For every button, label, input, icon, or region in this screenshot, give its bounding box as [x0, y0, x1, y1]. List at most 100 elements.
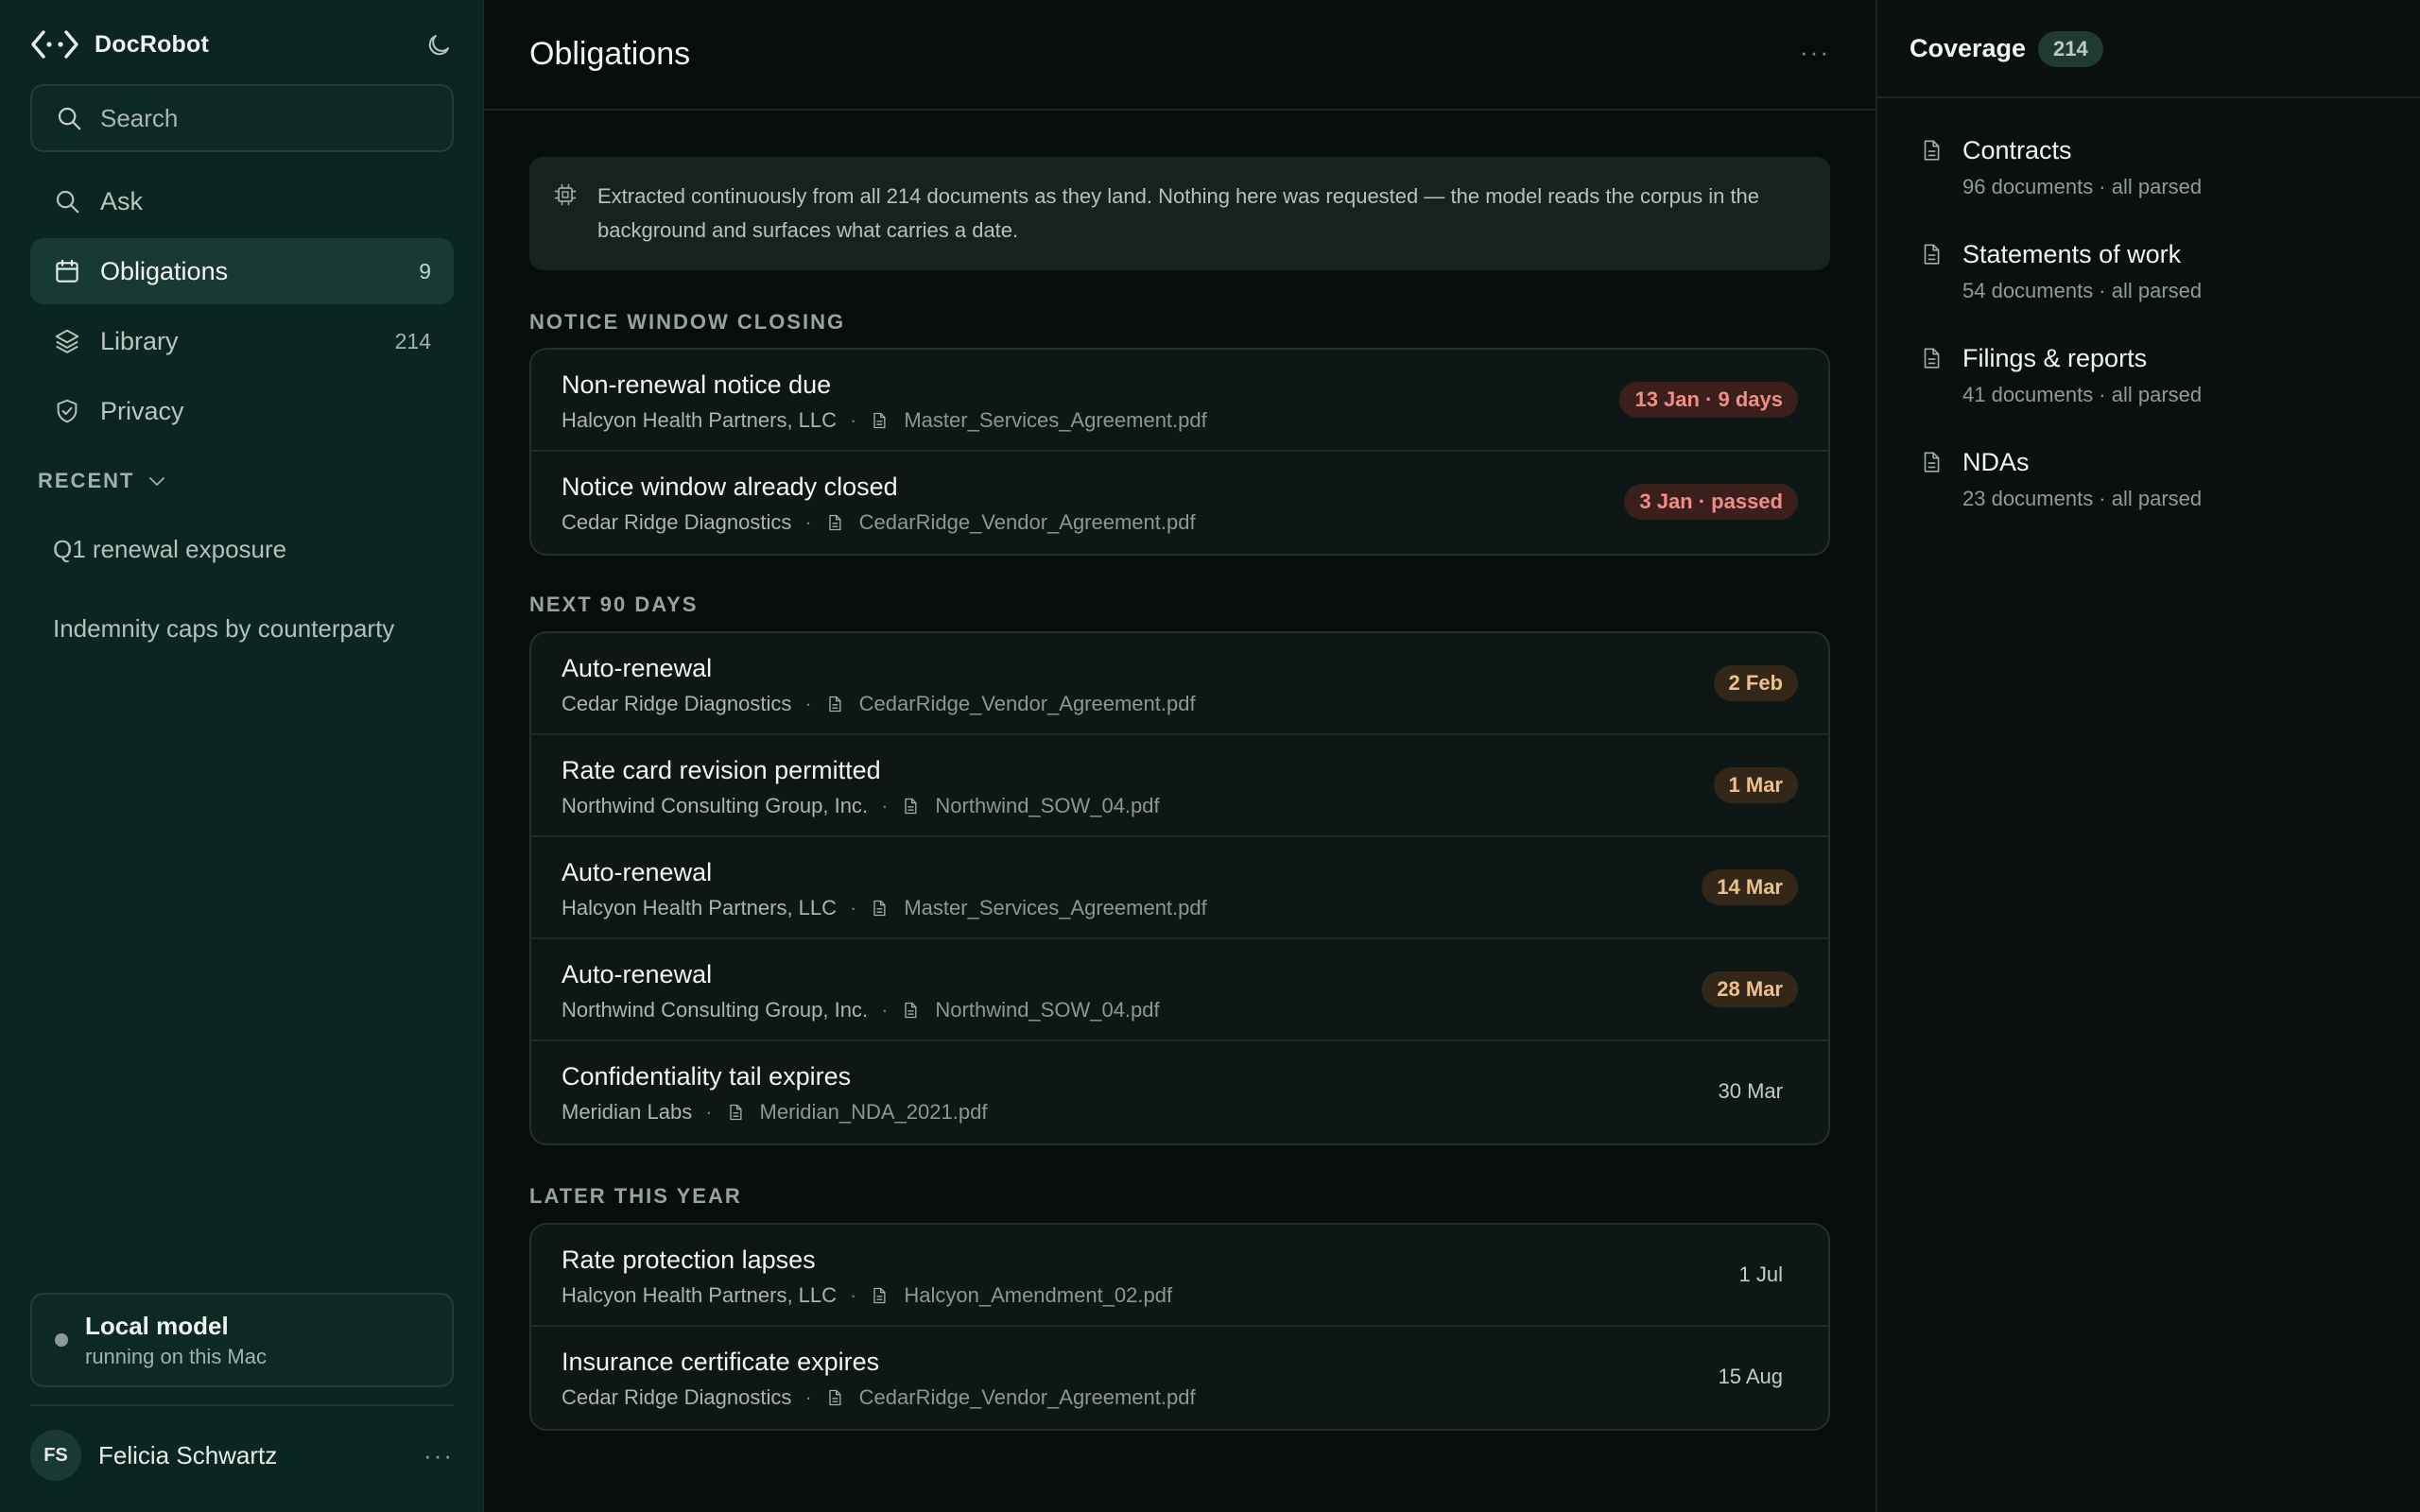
coverage-item-contracts[interactable]: Contracts 96 documents · all parsed [1919, 136, 2202, 240]
file-icon [873, 412, 886, 429]
sidebar-item-label: Ask [100, 186, 144, 215]
obligation-row[interactable]: Notice window already closed Cedar Ridge… [531, 452, 1828, 554]
main-content: Obligations ··· Extracted continuously f… [484, 0, 1876, 1512]
due-badge: 15 Aug [1718, 1365, 1783, 1388]
obligation-row[interactable]: Rate card revision permitted Northwind C… [531, 735, 1828, 837]
more-options-icon[interactable]: ··· [1800, 38, 1830, 67]
recent-toggle[interactable]: RECENT [38, 469, 168, 493]
counterparty: Halcyon Health Partners, LLC [562, 896, 838, 919]
local-model-status[interactable]: Local model running on this Mac [30, 1293, 454, 1387]
section-title: NOTICE WINDOW CLOSING [529, 310, 846, 334]
obligation-title: Auto-renewal [562, 960, 713, 988]
app-name: DocRobot [95, 30, 210, 58]
obligation-meta: Northwind Consulting Group, Inc. · Northw… [562, 998, 1160, 1022]
obligation-title: Insurance certificate expires [562, 1348, 880, 1376]
coverage-list: Contracts 96 documents · all parsed Stat… [1919, 136, 2202, 552]
coverage-item-ndas[interactable]: NDAs 23 documents · all parsed [1919, 448, 2202, 552]
file-icon [873, 1287, 886, 1304]
coverage-item-statements-of-work[interactable]: Statements of work 54 documents · all pa… [1919, 240, 2202, 344]
counterparty: Cedar Ridge Diagnostics [562, 692, 792, 715]
due-badge: 2 Feb [1713, 665, 1798, 701]
coverage-panel: Coverage 214 Contracts 96 documents · al… [1876, 0, 2420, 1512]
coverage-sub: 54 documents · all parsed [1962, 279, 2203, 302]
counterparty: Northwind Consulting Group, Inc. [562, 794, 869, 817]
source-file[interactable]: CedarRidge_Vendor_Agreement.pdf [859, 1385, 1196, 1410]
search-box[interactable] [30, 84, 454, 152]
obligation-row[interactable]: Auto-renewal Northwind Consulting Group,… [531, 939, 1828, 1041]
obligation-row[interactable]: Auto-renewal Cedar Ridge Diagnostics · Ce… [531, 633, 1828, 735]
obligation-title: Confidentiality tail expires [562, 1062, 852, 1091]
sidebar-item-obligations[interactable]: Obligations 9 [30, 238, 454, 304]
counterparty: Northwind Consulting Group, Inc. [562, 998, 869, 1022]
source-file[interactable]: Meridian_NDA_2021.pdf [760, 1100, 988, 1125]
due-badge: 28 Mar [1702, 971, 1798, 1007]
source-file[interactable]: Northwind_SOW_04.pdf [935, 794, 1159, 818]
sidebar-item-ask[interactable]: Ask [30, 168, 454, 234]
document-icon [1924, 452, 1940, 472]
coverage-header: Coverage 214 [1877, 0, 2420, 98]
obligation-title: Notice window already closed [562, 472, 898, 501]
theme-toggle-button[interactable] [422, 28, 456, 62]
obligation-meta: Northwind Consulting Group, Inc. · Northw… [562, 794, 1160, 818]
sidebar-item-label: Library [100, 326, 179, 355]
recent-item[interactable]: Q1 renewal exposure [53, 525, 394, 605]
due-badge: 1 Jul [1738, 1263, 1783, 1286]
source-file[interactable]: CedarRidge_Vendor_Agreement.pdf [859, 510, 1196, 535]
user-more-icon[interactable]: ··· [424, 1441, 454, 1470]
document-icon [1924, 244, 1940, 265]
document-icon [1924, 348, 1940, 369]
model-title: Local model [85, 1311, 229, 1340]
counterparty: Cedar Ridge Diagnostics [562, 510, 792, 534]
counterparty: Meridian Labs [562, 1100, 693, 1124]
obligation-row[interactable]: Insurance certificate expires Cedar Ridg… [531, 1327, 1828, 1429]
coverage-sub: 41 documents · all parsed [1962, 383, 2203, 406]
obligation-row[interactable]: Non-renewal notice due Halcyon Health Pa… [531, 350, 1828, 452]
info-banner: Extracted continuously from all 214 docu… [529, 157, 1830, 270]
source-file[interactable]: Northwind_SOW_04.pdf [935, 998, 1159, 1022]
sidebar-item-privacy[interactable]: Privacy [30, 378, 454, 444]
moon-icon [428, 35, 449, 56]
coverage-item-filings-reports[interactable]: Filings & reports 41 documents · all par… [1919, 344, 2202, 448]
coverage-sub: 23 documents · all parsed [1962, 487, 2203, 510]
obligation-row[interactable]: Rate protection lapses Halcyon Health Pa… [531, 1225, 1828, 1327]
counterparty: Cedar Ridge Diagnostics [562, 1385, 792, 1409]
due-badge: 13 Jan · 9 days [1619, 382, 1798, 418]
due-badge: 3 Jan · passed [1624, 484, 1798, 520]
coverage-count-badge: 214 [2038, 31, 2103, 67]
file-icon [905, 798, 917, 815]
user-menu[interactable]: FS Felicia Schwartz ··· [30, 1429, 454, 1482]
recent-list: Q1 renewal exposure Indemnity caps by co… [53, 525, 394, 684]
file-icon [829, 1389, 841, 1406]
due-badge: 30 Mar [1718, 1079, 1783, 1103]
obligation-group-next-90-days: Auto-renewal Cedar Ridge Diagnostics · Ce… [529, 631, 1830, 1145]
obligation-row[interactable]: Confidentiality tail expires Meridian La… [531, 1041, 1828, 1143]
recent-item[interactable]: Indemnity caps by counterparty [53, 605, 394, 684]
sidebar-item-count: 214 [394, 328, 431, 353]
user-name: Felicia Schwartz [98, 1440, 278, 1469]
search-input[interactable] [100, 103, 441, 133]
obligation-title: Rate card revision permitted [562, 756, 881, 784]
obligation-meta: Halcyon Health Partners, LLC · Master_Ser… [562, 896, 1207, 920]
obligation-row[interactable]: Auto-renewal Halcyon Health Partners, LL… [531, 837, 1828, 939]
file-icon [729, 1104, 742, 1121]
layers-icon [55, 329, 79, 353]
source-file[interactable]: Master_Services_Agreement.pdf [904, 408, 1206, 433]
status-dot [55, 1333, 68, 1347]
due-badge: 1 Mar [1713, 767, 1798, 803]
obligation-group-later-this-year: Rate protection lapses Halcyon Health Pa… [529, 1223, 1830, 1431]
source-file[interactable]: Halcyon_Amendment_02.pdf [904, 1283, 1172, 1308]
code-brackets-logo-icon [31, 30, 78, 59]
section-title: NEXT 90 DAYS [529, 593, 699, 616]
calendar-icon [56, 259, 78, 283]
obligation-title: Rate protection lapses [562, 1246, 816, 1274]
sidebar: DocRobot Ask Obligations 9 [0, 0, 484, 1512]
sidebar-item-library[interactable]: Library 214 [30, 308, 454, 374]
source-file[interactable]: CedarRidge_Vendor_Agreement.pdf [859, 692, 1196, 716]
sidebar-item-count: 9 [419, 258, 431, 284]
file-icon [873, 900, 886, 917]
coverage-name: NDAs [1962, 448, 2030, 476]
obligation-title: Auto-renewal [562, 858, 713, 886]
source-file[interactable]: Master_Services_Agreement.pdf [904, 896, 1206, 920]
brand[interactable]: DocRobot [30, 28, 209, 60]
recent-label: RECENT [38, 469, 135, 492]
